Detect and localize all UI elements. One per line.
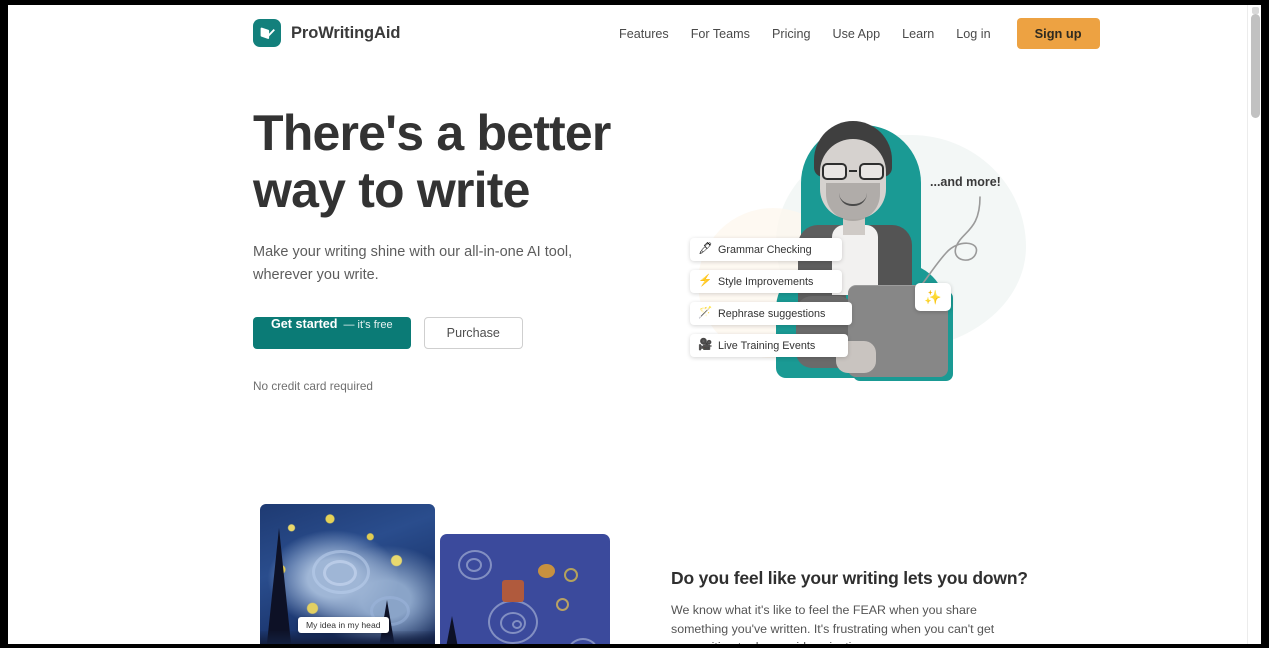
- curly-arrow-icon: [919, 196, 981, 288]
- glasses-lens-right: [859, 163, 884, 180]
- doodle-star: [556, 598, 569, 611]
- hero-cta-group: Get started — it's free Purchase: [253, 317, 633, 349]
- screen-frame: ProWritingAid Features For Teams Pricing…: [0, 0, 1269, 648]
- glasses-icon: [820, 163, 886, 180]
- get-started-button[interactable]: Get started — it's free: [253, 317, 411, 349]
- glasses-bridge: [849, 170, 857, 173]
- hero-illustration: 🖋 Grammar Checking ⚡ Style Improvements …: [668, 113, 1028, 398]
- get-started-suffix: — it's free: [343, 319, 393, 331]
- feature-card-list: 🖋 Grammar Checking ⚡ Style Improvements …: [690, 238, 852, 366]
- nav-item-learn[interactable]: Learn: [891, 20, 945, 48]
- site-header: ProWritingAid Features For Teams Pricing…: [8, 5, 1247, 62]
- brand-name: ProWritingAid: [291, 23, 401, 42]
- doodle-drawing: [440, 534, 610, 644]
- hero-copy: There's a better way to write Make your …: [253, 105, 633, 393]
- nav-item-features[interactable]: Features: [608, 20, 680, 48]
- doodle-star: [564, 568, 578, 582]
- sparkles-badge: ✨: [915, 283, 951, 311]
- lightning-bolt-icon: ⚡: [698, 274, 713, 287]
- feature-label: Live Training Events: [718, 339, 816, 352]
- lower-section-copy: Do you feel like your writing lets you d…: [671, 568, 1028, 644]
- and-more-label: ...and more!: [930, 175, 1001, 189]
- sign-up-button[interactable]: Sign up: [1016, 18, 1100, 49]
- feature-card-live-training-events[interactable]: 🎥 Live Training Events: [690, 334, 848, 357]
- lower-section-body: We know what it's like to feel the FEAR …: [671, 603, 995, 644]
- feature-card-grammar-checking[interactable]: 🖋 Grammar Checking: [690, 238, 842, 261]
- page-title: There's a better way to write: [253, 105, 633, 219]
- doodle-swirl: [466, 558, 482, 572]
- feature-label: Style Improvements: [718, 275, 814, 288]
- painting-caption: My idea in my head: [298, 617, 389, 633]
- nav-item-for-teams[interactable]: For Teams: [680, 20, 761, 48]
- painting-swirl: [323, 560, 357, 586]
- no-credit-card-note: No credit card required: [253, 379, 373, 393]
- doodle-star: [538, 564, 555, 578]
- doodle-star: [502, 580, 524, 602]
- feature-label: Grammar Checking: [718, 243, 812, 256]
- magic-wand-icon: 🪄: [698, 306, 713, 319]
- lower-section-title: Do you feel like your writing lets you d…: [671, 568, 1028, 588]
- hero-title-line1: There's a better: [253, 105, 611, 161]
- nav-item-pricing[interactable]: Pricing: [761, 20, 822, 48]
- browser-viewport: ProWritingAid Features For Teams Pricing…: [8, 5, 1261, 644]
- nav-item-log-in[interactable]: Log in: [945, 20, 1001, 48]
- hero-title-line2: way to write: [253, 162, 530, 218]
- nav-item-use-app[interactable]: Use App: [821, 20, 891, 48]
- feature-card-rephrase-suggestions[interactable]: 🪄 Rephrase suggestions: [690, 302, 852, 325]
- vertical-scrollbar[interactable]: [1247, 5, 1261, 644]
- get-started-label: Get started: [271, 317, 338, 331]
- doodle-cypress-tree: [444, 616, 460, 644]
- doodle-swirl: [512, 620, 522, 629]
- doodle-swirl: [568, 638, 598, 644]
- sparkles-icon: ✨: [924, 288, 942, 305]
- brand-logo[interactable]: ProWritingAid: [253, 19, 400, 47]
- glasses-lens-left: [822, 163, 847, 180]
- scrollbar-up-arrow[interactable]: [1252, 7, 1259, 14]
- feature-card-style-improvements[interactable]: ⚡ Style Improvements: [690, 270, 842, 293]
- video-camera-icon: 🎥: [698, 338, 713, 351]
- writing-comparison-illustration: My idea in my head: [260, 504, 610, 644]
- painting-cypress-tree: [266, 528, 292, 644]
- hero-subtitle: Make your writing shine with our all-in-…: [253, 244, 573, 283]
- main-navigation: Features For Teams Pricing Use App Learn…: [608, 18, 1100, 49]
- page-content: ProWritingAid Features For Teams Pricing…: [8, 5, 1247, 644]
- purchase-button[interactable]: Purchase: [423, 317, 523, 349]
- prowritingaid-book-logo-icon: [253, 19, 281, 47]
- feature-label: Rephrase suggestions: [718, 307, 826, 320]
- scrollbar-thumb[interactable]: [1251, 14, 1260, 118]
- feather-pen-icon: 🖋: [698, 242, 713, 255]
